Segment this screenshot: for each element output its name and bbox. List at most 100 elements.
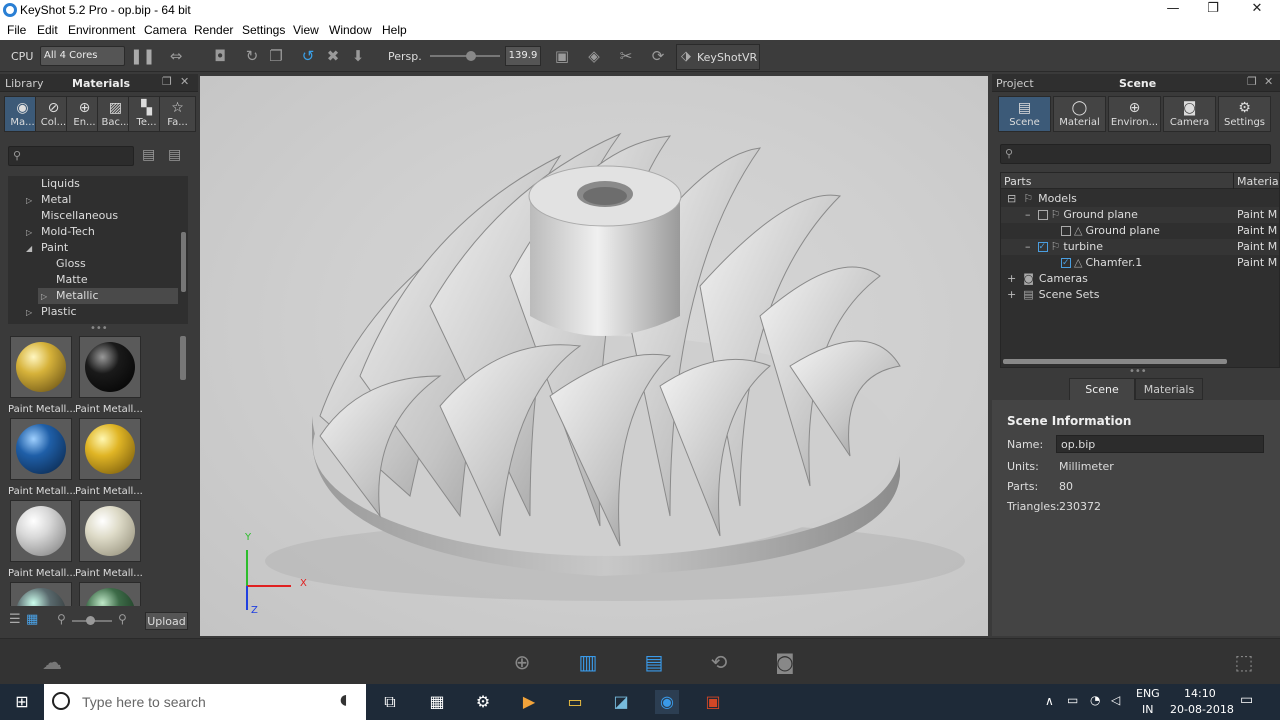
keyshot-taskbar-icon[interactable]: ◉ [655, 690, 679, 714]
tree-ground-plane-part[interactable]: △ Ground plane Paint M [1001, 223, 1279, 239]
material-thumb[interactable] [10, 418, 72, 480]
zoom-out-icon[interactable]: ⚲ [57, 612, 66, 626]
menu-render[interactable]: Render [194, 23, 233, 37]
expand-arrow-icon[interactable]: ▷ [26, 225, 41, 241]
powerpoint-icon[interactable]: ▣ [701, 690, 725, 714]
material-thumb[interactable] [79, 582, 141, 606]
library-icon[interactable]: ▥ [572, 647, 604, 677]
splitter-handle[interactable]: ••• [90, 323, 108, 334]
tree-scene-sets[interactable]: + ▤ Scene Sets [1001, 287, 1279, 303]
tree-item-mold-tech[interactable]: ▷ Mold-Tech [8, 224, 178, 240]
expand-icon[interactable]: + [1007, 272, 1016, 285]
expand-arrow-icon[interactable]: ▷ [26, 193, 41, 209]
scene-search-input[interactable]: ⚲ [1000, 144, 1271, 164]
tree-hscrollbar[interactable] [1003, 359, 1227, 364]
collapse-icon[interactable]: – [1025, 240, 1031, 253]
geometry-icon[interactable]: ◈ [584, 46, 604, 66]
grid-scrollbar[interactable] [180, 336, 186, 380]
project-icon[interactable]: ▤ [638, 647, 670, 677]
undock-icon[interactable]: ❐ [162, 75, 172, 88]
splitter-handle[interactable]: ••• [1129, 366, 1147, 377]
subtab-scene[interactable]: Scene [1069, 378, 1135, 400]
refresh-icon[interactable]: ↻ [242, 46, 262, 66]
microphone-icon[interactable]: ◖ [340, 692, 347, 708]
network-icon[interactable]: ◔ [1090, 693, 1100, 707]
panel-close-icon[interactable]: ✕ [1264, 75, 1273, 88]
calculator-icon[interactable]: ▦ [425, 690, 449, 714]
expand-arrow-icon[interactable]: ▷ [26, 305, 41, 321]
material-thumb[interactable] [10, 336, 72, 398]
maximize-button[interactable]: ❐ [1190, 1, 1236, 19]
media-player-icon[interactable]: ▶ [517, 690, 541, 714]
menu-file[interactable]: File [7, 23, 26, 37]
folder-add-icon[interactable]: ▤ [168, 147, 181, 163]
import-icon[interactable]: ⊕ [506, 647, 538, 677]
animation-icon[interactable]: ⟳ [648, 46, 668, 66]
menu-help[interactable]: Help [382, 23, 407, 37]
material-thumb[interactable] [10, 582, 72, 606]
settings-gear-icon[interactable]: ⚙ [471, 690, 495, 714]
menu-edit[interactable]: Edit [37, 23, 58, 37]
material-thumb[interactable] [79, 418, 141, 480]
fov-slider-track[interactable] [430, 55, 500, 57]
region-icon[interactable]: ▣ [552, 46, 572, 66]
zoom-in-icon[interactable]: ⚲ [118, 612, 127, 626]
close-button[interactable]: ✕ [1234, 1, 1280, 19]
tab-environment[interactable]: ⊕ Environ... [1108, 96, 1161, 132]
menu-view[interactable]: View [293, 23, 319, 37]
upload-button[interactable]: Upload [145, 612, 188, 630]
library-search-input[interactable]: ⚲ [8, 146, 134, 166]
subtab-materials[interactable]: Materials [1135, 378, 1203, 400]
tab-camera[interactable]: ◙ Camera [1163, 96, 1216, 132]
cpu-cores-select[interactable]: All 4 Cores [40, 46, 125, 66]
drop-icon[interactable]: ⬇ [348, 46, 368, 66]
tree-item-gloss[interactable]: Gloss [8, 256, 178, 272]
tree-ground-plane[interactable]: – ⚐ Ground plane Paint M [1001, 207, 1279, 223]
menu-environment[interactable]: Environment [68, 23, 135, 37]
pause-icon[interactable]: ❚❚ [130, 46, 155, 66]
clock-date[interactable]: 20-08-2018 [1170, 703, 1234, 716]
menu-settings[interactable]: Settings [242, 23, 285, 37]
fit-icon[interactable]: ✖ [323, 46, 343, 66]
list-view-icon[interactable]: ☰ [9, 612, 21, 627]
tab-settings[interactable]: ⚙ Settings [1218, 96, 1271, 132]
clock-time[interactable]: 14:10 [1184, 687, 1216, 700]
folder-icon[interactable]: ▤ [142, 147, 155, 163]
tree-chamfer[interactable]: ✓ △ Chamfer.1 Paint M [1001, 255, 1279, 271]
tab-favorites[interactable]: ☆ Fa... [159, 96, 196, 132]
tree-turbine[interactable]: – ✓ ⚐ turbine Paint M [1001, 239, 1279, 255]
visibility-checkbox[interactable] [1037, 210, 1048, 220]
menu-camera[interactable]: Camera [144, 23, 187, 37]
panel-close-icon[interactable]: ✕ [180, 75, 189, 88]
tree-item-paint[interactable]: ◢ Paint [8, 240, 178, 256]
tab-material[interactable]: ◯ Material [1053, 96, 1106, 132]
tree-item-metal[interactable]: ▷ Metal [8, 192, 178, 208]
layout-icon[interactable]: ⇔ [166, 46, 186, 66]
copy-icon[interactable]: ❐ [266, 46, 286, 66]
col-parts[interactable]: Parts [1004, 175, 1031, 188]
reset-view-icon[interactable]: ↺ [298, 46, 318, 66]
tree-models[interactable]: ⊟ ⚐ Models [1001, 191, 1279, 207]
tree-item-matte[interactable]: Matte [8, 272, 178, 288]
tree-scrollbar[interactable] [181, 232, 186, 292]
expand-arrow-icon[interactable]: ▷ [41, 289, 56, 305]
task-view-icon[interactable]: ⧉ [378, 690, 402, 714]
tab-scene[interactable]: ▤ Scene [998, 96, 1051, 132]
battery-icon[interactable]: ▭ [1067, 693, 1078, 707]
language-code[interactable]: ENG [1136, 687, 1160, 700]
tools-icon[interactable]: ✂ [616, 46, 636, 66]
visibility-checkbox[interactable] [1061, 226, 1071, 236]
collapse-arrow-icon[interactable]: ◢ [26, 241, 41, 257]
render-icon[interactable]: ◙ [769, 647, 801, 677]
tree-item-metallic[interactable]: ▷ Metallic [38, 288, 178, 304]
visibility-checkbox-checked[interactable]: ✓ [1061, 258, 1071, 268]
image-app-icon[interactable]: ◪ [609, 690, 633, 714]
fov-slider-handle[interactable] [466, 51, 476, 61]
expand-icon[interactable]: + [1007, 288, 1016, 301]
scene-name-input[interactable]: op.bip [1056, 435, 1264, 453]
material-thumb[interactable] [10, 500, 72, 562]
material-thumb[interactable] [79, 336, 141, 398]
keyshotvr-button[interactable]: ⬗ KeyShotVR [676, 44, 760, 70]
visibility-checkbox-checked[interactable]: ✓ [1037, 242, 1048, 252]
menu-window[interactable]: Window [329, 23, 372, 37]
